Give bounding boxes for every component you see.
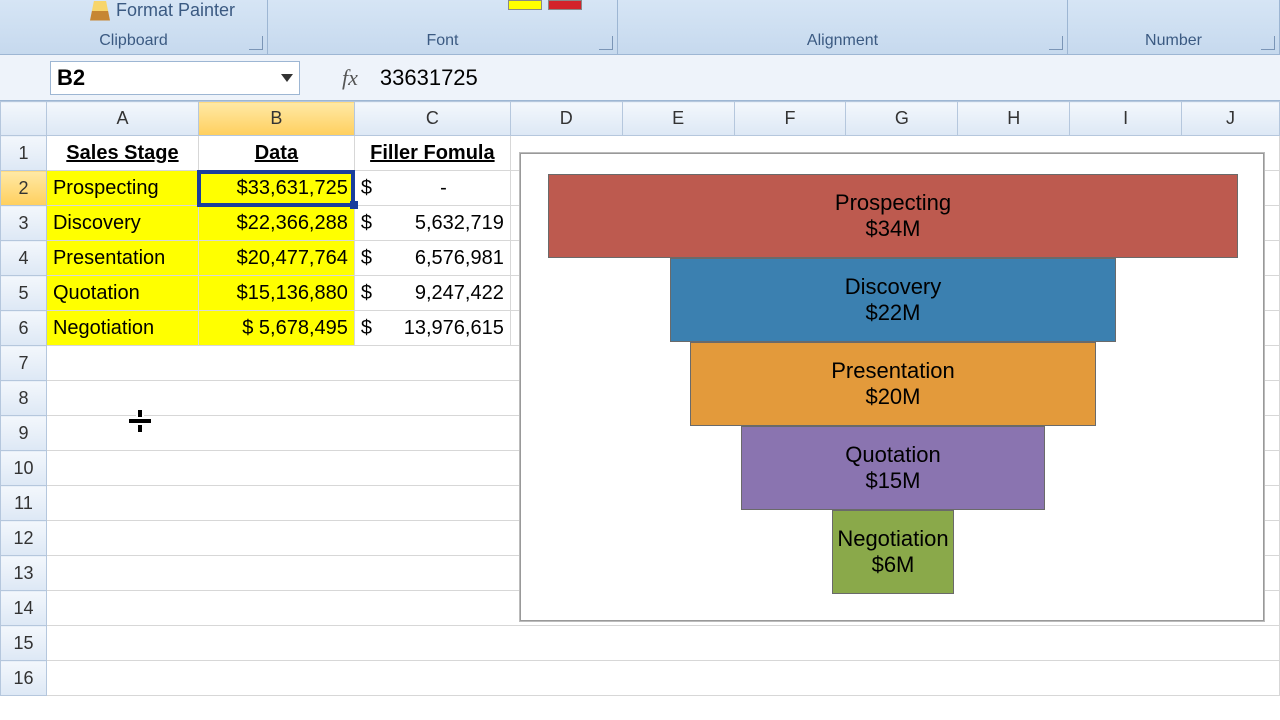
cell-C2[interactable]: $- — [354, 171, 510, 206]
row-header[interactable]: 1 — [1, 136, 47, 171]
cell-A4[interactable]: Presentation — [46, 241, 198, 276]
col-header-I[interactable]: I — [1070, 102, 1182, 136]
ribbon-group-label: Font — [426, 32, 458, 50]
col-header-A[interactable]: A — [46, 102, 198, 136]
cell-C1[interactable]: Filler Fomula — [354, 136, 510, 171]
row-header[interactable]: 13 — [1, 556, 47, 591]
formula-input[interactable]: 33631725 — [372, 65, 1280, 91]
funnel-bar: Prospecting$34M — [548, 174, 1238, 258]
cell-C4[interactable]: $6,576,981 — [354, 241, 510, 276]
ribbon-group-label: Alignment — [807, 32, 878, 50]
funnel-value: $22M — [865, 300, 920, 326]
ribbon: Format Painter Clipboard Font Alignment … — [0, 0, 1280, 55]
name-box-value: B2 — [57, 65, 85, 91]
dialog-launcher-icon[interactable] — [249, 36, 263, 50]
cell-A6[interactable]: Negotiation — [46, 311, 198, 346]
format-painter-button[interactable]: Format Painter — [90, 0, 235, 21]
cell-B6[interactable]: $ 5,678,495 — [198, 311, 354, 346]
format-painter-label: Format Painter — [116, 0, 235, 21]
formula-value: 33631725 — [380, 65, 478, 90]
funnel-value: $15M — [865, 468, 920, 494]
cell-A2[interactable]: Prospecting — [46, 171, 198, 206]
funnel-bar: Quotation$15M — [741, 426, 1045, 510]
funnel-value: $20M — [865, 384, 920, 410]
funnel-bar: Negotiation$6M — [832, 510, 954, 594]
row-15[interactable]: 15 — [1, 626, 1280, 661]
row-header[interactable]: 10 — [1, 451, 47, 486]
brush-icon — [90, 1, 110, 21]
ribbon-group-number: Number — [1068, 0, 1280, 54]
row-header[interactable]: 9 — [1, 416, 47, 451]
cell-B5[interactable]: $15,136,880 — [198, 276, 354, 311]
cell-B1[interactable]: Data — [198, 136, 354, 171]
fx-icon[interactable]: fx — [342, 65, 358, 91]
row-header[interactable]: 16 — [1, 661, 47, 696]
col-header-C[interactable]: C — [354, 102, 510, 136]
row-header[interactable]: 8 — [1, 381, 47, 416]
highlight-yellow-icon[interactable] — [508, 0, 542, 10]
col-header-B[interactable]: B — [198, 102, 354, 136]
funnel-label: Negotiation — [837, 526, 948, 552]
cancel-icon[interactable] — [314, 70, 330, 86]
row-header[interactable]: 4 — [1, 241, 47, 276]
col-header-D[interactable]: D — [510, 102, 622, 136]
cell-B4[interactable]: $20,477,764 — [198, 241, 354, 276]
ribbon-group-label: Number — [1145, 32, 1202, 50]
cell-A3[interactable]: Discovery — [46, 206, 198, 241]
dialog-launcher-icon[interactable] — [1049, 36, 1063, 50]
row-header[interactable]: 7 — [1, 346, 47, 381]
funnel-value: $34M — [865, 216, 920, 242]
row-16[interactable]: 16 — [1, 661, 1280, 696]
color-swatches — [508, 0, 582, 10]
funnel-bar: Discovery$22M — [670, 258, 1116, 342]
cell-C5[interactable]: $9,247,422 — [354, 276, 510, 311]
funnel-label: Quotation — [845, 442, 940, 468]
ribbon-group-font: Font — [268, 0, 618, 54]
row-header[interactable]: 6 — [1, 311, 47, 346]
worksheet[interactable]: A B C D E F G H I J 1 Sales Stage Data F… — [0, 101, 1280, 720]
row-header[interactable]: 12 — [1, 521, 47, 556]
name-box[interactable]: B2 — [50, 61, 300, 95]
funnel-label: Prospecting — [835, 190, 951, 216]
col-header-J[interactable]: J — [1182, 102, 1280, 136]
col-header-H[interactable]: H — [958, 102, 1070, 136]
font-color-red-icon[interactable] — [548, 0, 582, 10]
cell-A5[interactable]: Quotation — [46, 276, 198, 311]
funnel-value: $6M — [872, 552, 915, 578]
funnel-label: Presentation — [831, 358, 955, 384]
cell-C6[interactable]: $13,976,615 — [354, 311, 510, 346]
ribbon-group-clipboard: Format Painter Clipboard — [0, 0, 268, 54]
funnel-bar: Presentation$20M — [690, 342, 1096, 426]
funnel-label: Discovery — [845, 274, 942, 300]
row-header[interactable]: 2 — [1, 171, 47, 206]
cell[interactable] — [46, 661, 1279, 696]
dialog-launcher-icon[interactable] — [599, 36, 613, 50]
row-header[interactable]: 15 — [1, 626, 47, 661]
col-header-E[interactable]: E — [622, 102, 734, 136]
row-header[interactable]: 5 — [1, 276, 47, 311]
row-header[interactable]: 3 — [1, 206, 47, 241]
column-headers[interactable]: A B C D E F G H I J — [1, 102, 1280, 136]
ribbon-group-label: Clipboard — [99, 32, 167, 50]
cell[interactable] — [46, 626, 1279, 661]
row-header[interactable]: 11 — [1, 486, 47, 521]
chevron-down-icon[interactable] — [281, 74, 293, 82]
select-all-corner[interactable] — [1, 102, 47, 136]
ribbon-group-alignment: Alignment — [618, 0, 1068, 54]
col-header-F[interactable]: F — [734, 102, 846, 136]
col-header-G[interactable]: G — [846, 102, 958, 136]
funnel-chart[interactable]: Prospecting$34MDiscovery$22MPresentation… — [520, 153, 1264, 621]
formula-bar: B2 fx 33631725 — [0, 55, 1280, 101]
cell-B2[interactable]: $33,631,725 — [198, 171, 354, 206]
dialog-launcher-icon[interactable] — [1261, 36, 1275, 50]
cell-A1[interactable]: Sales Stage — [46, 136, 198, 171]
row-header[interactable]: 14 — [1, 591, 47, 626]
cell-B3[interactable]: $22,366,288 — [198, 206, 354, 241]
cell-C3[interactable]: $5,632,719 — [354, 206, 510, 241]
